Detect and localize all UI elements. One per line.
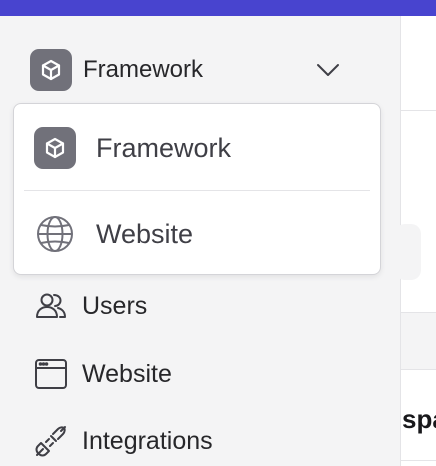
sidebar-item-website[interactable]: Website: [34, 356, 354, 392]
dropdown-item-label: Website: [96, 218, 194, 249]
workspace-switcher-label: Framework: [83, 56, 204, 83]
cube-icon: [30, 49, 72, 91]
table-header-edge: [401, 312, 436, 370]
search-field-edge[interactable]: [395, 224, 421, 280]
dropdown-divider: [24, 190, 370, 191]
browser-window-icon: [35, 359, 67, 389]
users-icon: [36, 293, 66, 318]
dropdown-item-website[interactable]: Website: [34, 211, 364, 257]
cube-icon: [34, 127, 76, 169]
partial-heading: spa: [402, 404, 436, 434]
main-content-edge: spa: [395, 16, 436, 466]
divider: [401, 110, 436, 111]
dropdown-item-framework[interactable]: Framework: [34, 125, 364, 171]
workspace-dropdown-menu: Framework Website: [13, 103, 381, 275]
sidebar-item-label: Integrations: [82, 426, 213, 455]
chevron-down-icon[interactable]: [315, 57, 341, 83]
divider: [401, 460, 436, 461]
sidebar-item-integrations[interactable]: Integrations: [34, 423, 354, 459]
globe-icon: [37, 216, 73, 252]
sidebar-item-label: Users: [82, 291, 148, 320]
workspace-switcher[interactable]: Framework: [30, 49, 350, 91]
sidebar-item-label: Website: [82, 359, 172, 388]
top-accent-bar: [0, 0, 436, 16]
plug-icon: [35, 426, 66, 457]
dropdown-item-label: Framework: [96, 132, 232, 163]
sidebar-item-users[interactable]: Users: [34, 288, 354, 324]
